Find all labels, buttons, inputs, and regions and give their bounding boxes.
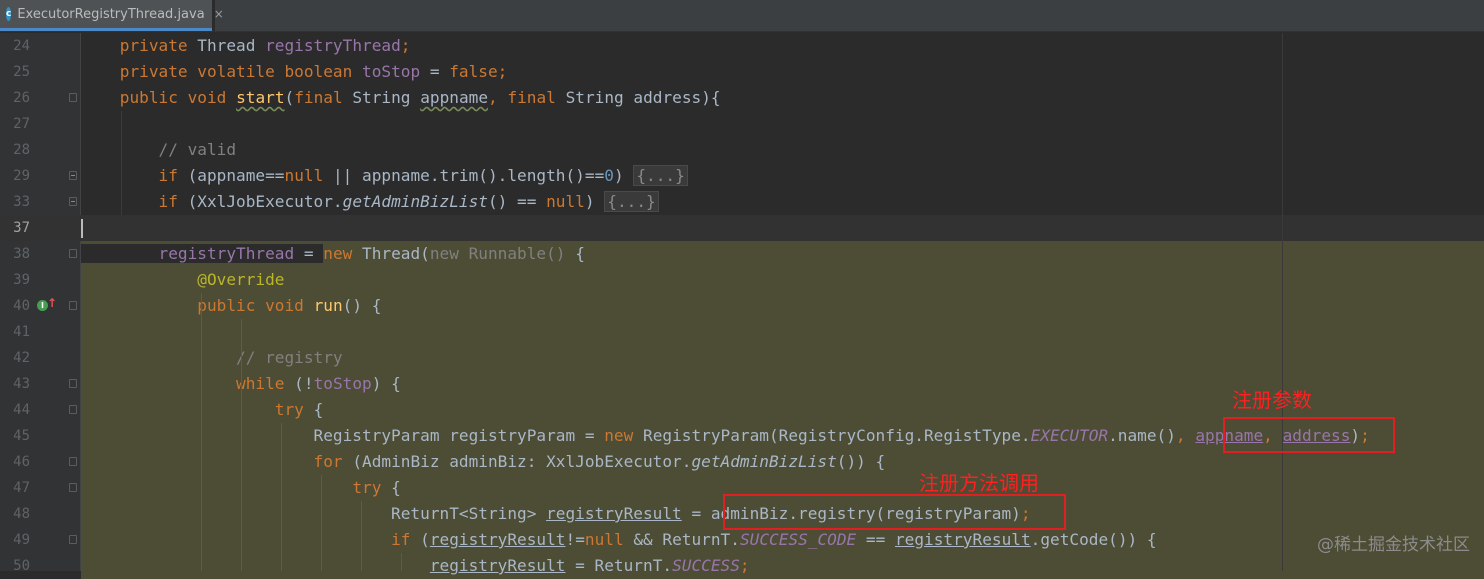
code-line: 39 @Override (0, 267, 1484, 293)
line-number: 44 (13, 402, 30, 418)
code-line: 41 (0, 319, 1484, 345)
indent-guide (201, 293, 202, 571)
code-text: if (registryResult!=null && ReturnT.SUCC… (81, 527, 1484, 553)
code-text: // valid (158, 140, 237, 159)
code-line: 27 (0, 111, 1484, 137)
code-text: if (appname==null || appname.trim().leng… (81, 163, 1484, 189)
line-number: 42 (13, 350, 30, 366)
line-number: 41 (13, 324, 30, 340)
annotation-register-params: 注册参数 (1232, 388, 1312, 412)
code-text: // registry (81, 345, 1484, 371)
line-number: 33 (13, 194, 30, 210)
editor-tab-bar: c ExecutorRegistryThread.java × (0, 0, 1484, 32)
line-number: 43 (13, 376, 30, 392)
code-line: 26 public void start(final String appnam… (0, 85, 1484, 111)
indent-guide (321, 475, 322, 571)
annotation-register-call: 注册方法调用 (919, 471, 1039, 495)
fold-marker-icon[interactable] (69, 405, 77, 414)
line-number: 26 (13, 90, 30, 106)
code-text: registryResult = ReturnT.SUCCESS; (81, 553, 1484, 579)
indent-guide (281, 423, 282, 571)
line-number: 25 (13, 64, 30, 80)
tab-executor-registry-thread[interactable]: c ExecutorRegistryThread.java × (0, 0, 224, 31)
code-text: private volatile boolean toStop = false; (119, 62, 508, 81)
line-number: 40 (13, 298, 30, 314)
indent-guide (361, 501, 362, 571)
code-text: private Thread registryThread; (119, 36, 411, 55)
code-line: 24 private Thread registryThread; (0, 33, 1484, 59)
watermark: @稀土掘金技术社区 (1317, 535, 1470, 555)
indent-guide (121, 111, 122, 215)
tab-label: ExecutorRegistryThread.java (17, 6, 205, 22)
code-line: 38 registryThread = new Thread(new Runna… (0, 241, 1484, 267)
code-line: 33 if (XxlJobExecutor.getAdminBizList() … (0, 189, 1484, 215)
code-line: 40 I ↑ public void run() { (0, 293, 1484, 319)
indent-guide (401, 553, 402, 571)
code-text: registryThread = new Thread(new Runnable… (81, 241, 1484, 267)
line-number: 38 (13, 246, 30, 262)
line-number: 50 (13, 558, 30, 574)
line-number: 45 (13, 428, 30, 444)
line-number: 39 (13, 272, 30, 288)
code-line: 50 registryResult = ReturnT.SUCCESS; (0, 553, 1484, 579)
fold-marker-icon[interactable] (69, 483, 77, 492)
code-line: 42 // registry (0, 345, 1484, 371)
code-line: 49 if (registryResult!=null && ReturnT.S… (0, 527, 1484, 553)
fold-marker-icon[interactable] (69, 379, 77, 388)
code-line: 29 if (appname==null || appname.trim().l… (0, 163, 1484, 189)
current-code-line: 37 (0, 215, 1484, 241)
fold-marker-icon[interactable] (69, 93, 77, 102)
line-number: 37 (13, 220, 30, 236)
indent-guide (241, 319, 242, 571)
fold-marker-icon[interactable] (69, 301, 77, 310)
line-number: 49 (13, 532, 30, 548)
code-line: 28 // valid (0, 137, 1484, 163)
code-text: if (XxlJobExecutor.getAdminBizList() == … (81, 189, 1484, 215)
fold-marker-icon[interactable] (69, 171, 77, 180)
code-text: public void start(final String appname, … (119, 88, 721, 107)
code-text: public void run() { (81, 293, 1484, 319)
line-number: 24 (13, 38, 30, 54)
fold-marker-icon[interactable] (69, 249, 77, 258)
line-number: 46 (13, 454, 30, 470)
go-to-super-icon[interactable]: ↑ (47, 296, 57, 310)
fold-marker-icon[interactable] (69, 457, 77, 466)
code-editor[interactable]: 24 private Thread registryThread; 25 pri… (0, 33, 1484, 579)
line-number: 28 (13, 142, 30, 158)
highlight-box-register-call (723, 494, 1066, 530)
fold-marker-icon[interactable] (69, 197, 77, 206)
code-line: 25 private volatile boolean toStop = fal… (0, 59, 1484, 85)
code-text (81, 319, 1484, 345)
line-number: 27 (13, 116, 30, 132)
line-number: 47 (13, 480, 30, 496)
highlight-box-register-params (1223, 417, 1395, 453)
fold-marker-icon[interactable] (69, 535, 77, 544)
text-caret (81, 219, 83, 238)
tab-divider (212, 0, 215, 31)
java-class-icon: c (6, 7, 12, 21)
line-number: 29 (13, 168, 30, 184)
close-icon[interactable]: × (214, 7, 224, 21)
right-margin-guide (1282, 33, 1283, 571)
line-number: 48 (13, 506, 30, 522)
code-text: @Override (81, 267, 1484, 293)
